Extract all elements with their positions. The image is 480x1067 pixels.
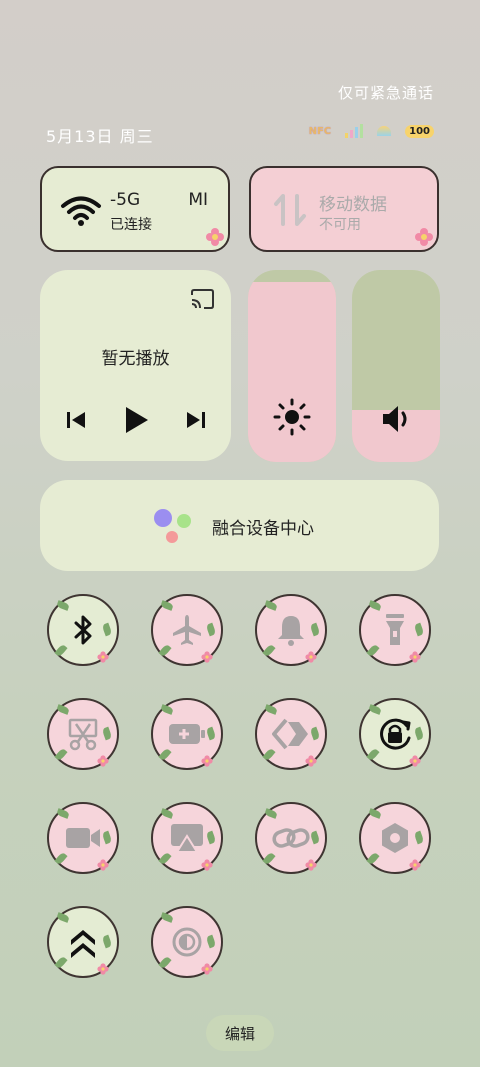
battery-plus-icon: [153, 700, 221, 768]
flower-decoration-icon: [206, 228, 224, 246]
qs-tile-settings[interactable]: [359, 802, 431, 874]
wifi-icon: [61, 196, 101, 226]
qs-tile-screencast[interactable]: [151, 802, 223, 874]
mobile-data-state: 不可用: [319, 217, 361, 233]
brightness-slider[interactable]: [248, 270, 336, 462]
qs-tile-battery-saver[interactable]: [151, 698, 223, 770]
media-title: 暂无播放: [101, 349, 170, 369]
speaker-icon: [383, 406, 407, 432]
scissors-icon: [49, 700, 117, 768]
qs-tile-screenshot[interactable]: [47, 698, 119, 770]
flashlight-icon: [361, 596, 429, 664]
wifi-tile[interactable]: -5G 已连接 MI: [40, 166, 230, 252]
device-hub-label: 融合设备中心: [212, 519, 314, 539]
qs-tile-eye-comfort[interactable]: [151, 906, 223, 978]
sun-icon: [273, 398, 311, 436]
chevron-link-icon: [257, 700, 325, 768]
wifi-extra: MI: [188, 190, 208, 210]
qs-tile-flashlight[interactable]: [359, 594, 431, 666]
flower-decoration-icon: [415, 228, 433, 246]
device-hub-card[interactable]: 融合设备中心: [40, 480, 439, 571]
signal-icon: [345, 124, 364, 138]
qs-tile-bluetooth[interactable]: [47, 594, 119, 666]
qs-tile-screen-record[interactable]: [47, 802, 119, 874]
contrast-icon: [153, 908, 221, 976]
airplane-icon: [153, 596, 221, 664]
bell-icon: [257, 596, 325, 664]
data-arrows-icon: [274, 194, 306, 226]
qs-tile-connect[interactable]: [255, 698, 327, 770]
mobile-data-title: 移动数据: [319, 195, 387, 215]
video-camera-icon: [49, 804, 117, 872]
double-chevron-up-icon: [49, 908, 117, 976]
emergency-call-text: 仅可紧急通话: [337, 84, 434, 102]
hexagon-gear-icon: [361, 804, 429, 872]
media-card[interactable]: 暂无播放: [40, 270, 231, 461]
date-label: 5月13日 周三: [46, 127, 154, 146]
hub-dots-icon: [154, 509, 191, 543]
mobile-data-tile[interactable]: 移动数据 不可用: [249, 166, 439, 252]
next-icon[interactable]: [184, 404, 208, 436]
play-icon[interactable]: [122, 404, 150, 436]
airplay-icon: [153, 804, 221, 872]
qs-tile-performance[interactable]: [47, 906, 119, 978]
qs-tile-airplane[interactable]: [151, 594, 223, 666]
cast-icon[interactable]: [189, 288, 215, 310]
wifi-ssid: -5G: [110, 190, 141, 210]
bluetooth-icon: [49, 596, 117, 664]
battery-icon: 100: [405, 124, 434, 138]
qs-tile-rotation-lock[interactable]: [359, 698, 431, 770]
wifi-status-icon: [377, 126, 392, 136]
nfc-icon: NFC: [308, 125, 332, 137]
previous-icon[interactable]: [64, 404, 88, 436]
rotation-lock-icon: [361, 700, 429, 768]
volume-slider[interactable]: [352, 270, 440, 462]
qs-tile-ringer[interactable]: [255, 594, 327, 666]
status-icons: NFC 100: [309, 124, 434, 138]
qs-tile-link[interactable]: [255, 802, 327, 874]
wifi-state: 已连接: [110, 217, 152, 233]
edit-button[interactable]: 编辑: [206, 1015, 274, 1051]
chain-link-icon: [257, 804, 325, 872]
